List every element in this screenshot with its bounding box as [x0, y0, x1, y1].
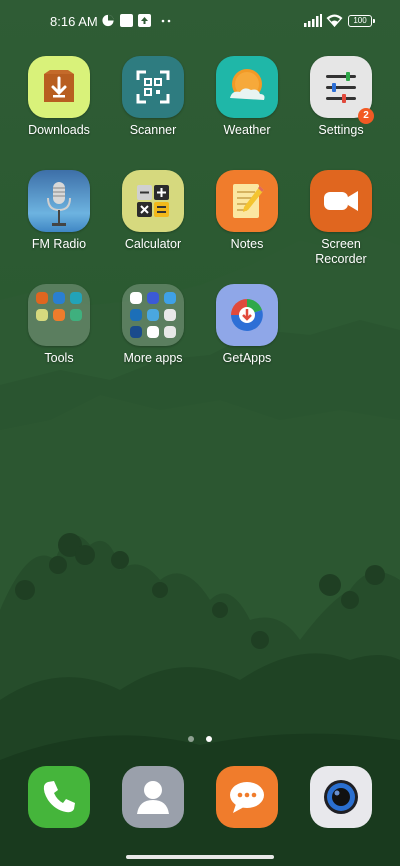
- gallery-mini-icon: [147, 309, 159, 321]
- app-label: GetApps: [222, 351, 272, 365]
- app-mini-icon: [164, 309, 176, 321]
- contact-icon: [137, 781, 169, 814]
- facebook-mini-icon: [147, 292, 159, 304]
- record-mini-icon: [36, 292, 48, 304]
- app-mini-icon: [164, 292, 176, 304]
- app-mini-icon: [164, 326, 176, 338]
- status-time: 8:16 AM: [50, 14, 98, 29]
- battery-tip: [373, 19, 375, 23]
- dock-messaging[interactable]: [216, 766, 278, 828]
- app-label: Calculator: [124, 237, 182, 251]
- dock-camera[interactable]: [310, 766, 372, 828]
- calculator-icon: [122, 170, 184, 232]
- signal-icon: [304, 14, 322, 27]
- folder-icon: [28, 284, 90, 346]
- home-gesture-bar[interactable]: [126, 855, 274, 859]
- app-label: Settings: [318, 123, 364, 137]
- video-camera-icon: [310, 170, 372, 232]
- app-weather[interactable]: Weather: [203, 56, 291, 138]
- microphone-icon: [28, 170, 90, 232]
- app-label-line1: Screen: [321, 237, 361, 251]
- more-notifications-icon: [161, 19, 171, 23]
- chat-bubble-icon: [230, 782, 264, 813]
- linkedin-mini-icon: [130, 309, 142, 321]
- app-label: Tools: [44, 351, 74, 365]
- camera-lens-icon: [324, 780, 358, 814]
- app-label: Downloads: [28, 123, 90, 137]
- download-box-icon: [28, 56, 90, 118]
- link-mini-icon: [53, 292, 65, 304]
- notification-square-icon: [120, 14, 133, 27]
- app-screen-recorder[interactable]: Screen Recorder: [297, 170, 385, 267]
- dock-contacts[interactable]: [122, 766, 184, 828]
- app-label-line2: Recorder: [315, 252, 367, 266]
- sun-cloud-icon: [216, 56, 278, 118]
- app-fm-radio[interactable]: FM Radio: [15, 170, 103, 252]
- page-dot[interactable]: [187, 736, 194, 742]
- wifi-icon: [326, 14, 343, 27]
- page-indicator: [0, 729, 400, 747]
- app-notes[interactable]: Notes: [203, 170, 291, 252]
- app-label: FM Radio: [31, 237, 87, 251]
- phone-icon: [43, 781, 75, 813]
- app-calculator[interactable]: Calculator: [109, 170, 197, 252]
- getapps-icon: [216, 284, 278, 346]
- app-label: Scanner: [129, 123, 177, 137]
- folder-tools[interactable]: Tools: [15, 284, 103, 366]
- app-label: More apps: [123, 351, 183, 365]
- app-downloads[interactable]: Downloads: [15, 56, 103, 138]
- page-dot-active[interactable]: [206, 736, 213, 742]
- folder-icon: [122, 284, 184, 346]
- app-mini-icon: [130, 326, 142, 338]
- data-saver-icon: [102, 14, 114, 27]
- qr-scanner-icon: [122, 56, 184, 118]
- calc-mini-icon: [36, 309, 48, 321]
- gear-mini-icon: [70, 309, 82, 321]
- notepad-pencil-icon: [216, 170, 278, 232]
- dock-phone[interactable]: [28, 766, 90, 828]
- app-label: Weather: [223, 123, 271, 137]
- app-getapps[interactable]: GetApps: [203, 284, 291, 366]
- notes-mini-icon: [53, 309, 65, 321]
- app-settings[interactable]: 2 Settings: [297, 56, 385, 138]
- notification-badge: 2: [358, 108, 374, 124]
- folder-more-apps[interactable]: More apps: [109, 284, 197, 366]
- play-store-mini-icon: [147, 326, 159, 338]
- battery-icon: 100: [348, 15, 372, 27]
- upload-notification-icon: [138, 14, 151, 27]
- app-scanner[interactable]: Scanner: [109, 56, 197, 138]
- compass-mini-icon: [70, 292, 82, 304]
- home-screen: 8:16 AM 100 Downloads Scanner Weather 2 …: [0, 0, 400, 866]
- status-bar: 8:16 AM 100: [0, 0, 400, 44]
- amazon-mini-icon: [130, 292, 142, 304]
- app-label: Notes: [230, 237, 264, 251]
